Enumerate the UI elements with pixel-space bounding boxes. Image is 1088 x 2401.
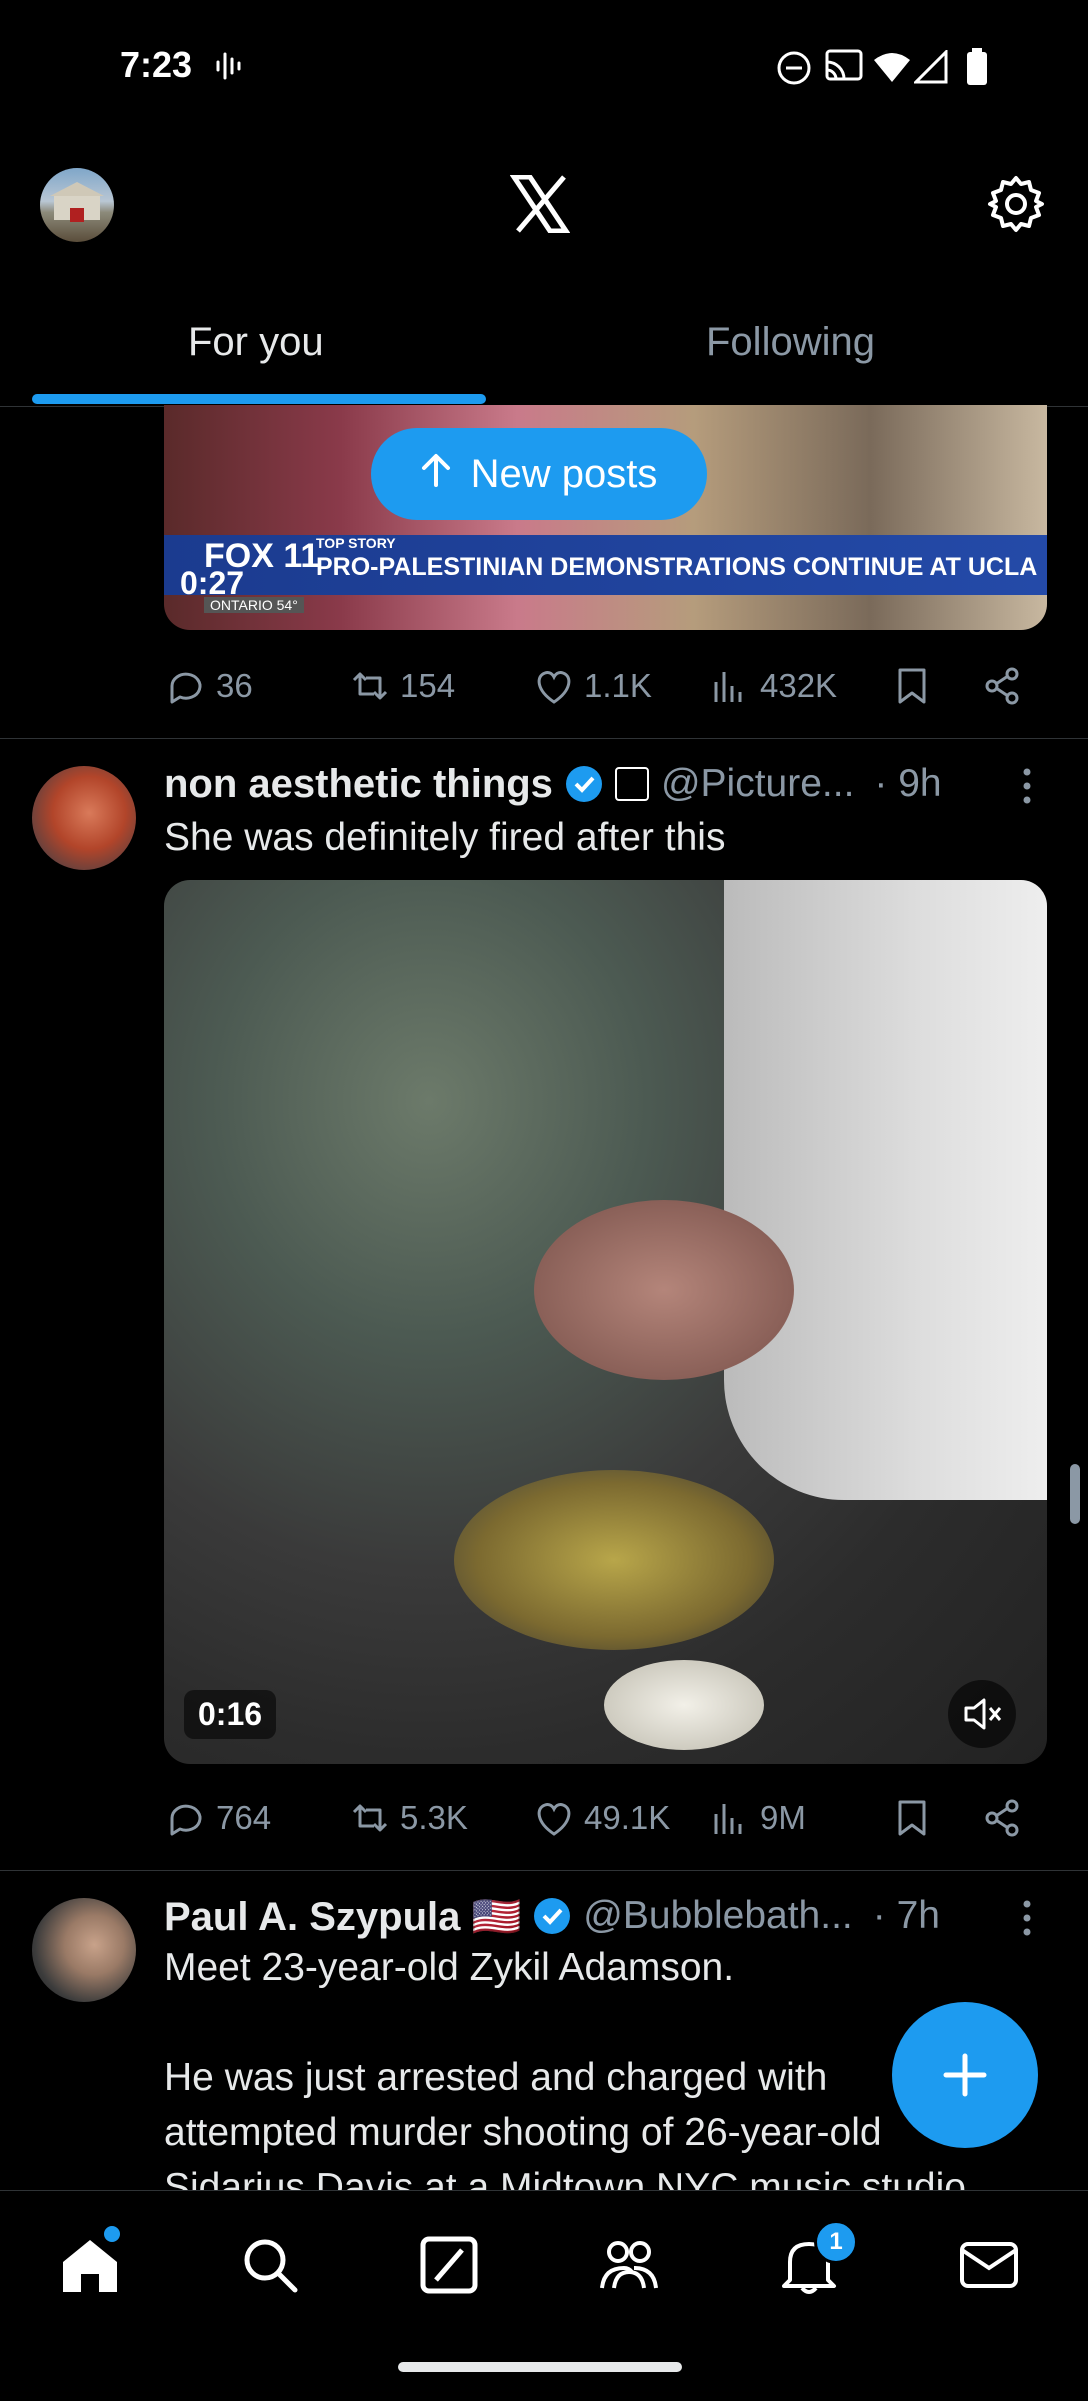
nav-communities-icon[interactable]	[594, 2230, 664, 2300]
feed-tabs: For you Following	[0, 290, 1088, 407]
verified-badge-icon	[565, 765, 603, 803]
post2-avatar[interactable]	[32, 766, 136, 870]
reply-icon	[170, 1804, 202, 1836]
bookmark-button[interactable]	[890, 664, 934, 708]
post3-handle[interactable]: @Bubblebath...	[583, 1894, 852, 1938]
post2-video[interactable]: 0:16	[164, 880, 1047, 1764]
heart-icon	[537, 1803, 571, 1836]
post2-time: · 9h	[874, 762, 942, 805]
bookmark-icon	[898, 668, 926, 704]
profile-avatar[interactable]	[40, 168, 114, 242]
post2-text: She was definitely fired after this	[164, 816, 726, 859]
post3-time: · 7h	[872, 1894, 940, 1937]
reply-icon	[170, 672, 202, 704]
post3-header: Paul A. Szypula 🇺🇸 @Bubblebath... · 7h	[164, 1888, 1044, 1944]
signal-icon	[912, 48, 948, 89]
view-count: 9M	[760, 1799, 806, 1836]
bookmark-button[interactable]	[890, 1796, 934, 1840]
affiliate-badge-icon	[614, 767, 649, 801]
views-icon	[714, 1804, 742, 1834]
cast-icon	[824, 48, 864, 89]
post2-handle[interactable]: @Picture...	[661, 762, 854, 806]
repost-button[interactable]: 154	[348, 664, 455, 708]
new-posts-pill[interactable]: New posts	[371, 428, 707, 520]
repost-count: 154	[400, 667, 456, 704]
post2-header: non aesthetic things @Picture... · 9h	[164, 756, 1044, 812]
x-logo[interactable]	[509, 174, 571, 234]
share-button[interactable]	[980, 664, 1024, 708]
home-new-dot	[104, 2226, 120, 2242]
heart-icon	[537, 671, 571, 704]
news-banner-tag: TOP STORY	[316, 535, 396, 551]
view-count: 432K	[760, 667, 838, 704]
gear-icon[interactable]	[986, 174, 1046, 234]
video-duration: 0:27	[180, 565, 245, 601]
share-icon	[985, 1799, 1019, 1837]
battery-icon	[966, 48, 988, 91]
nav-search-icon[interactable]	[235, 2230, 305, 2300]
voice-activity-icon	[215, 50, 243, 87]
news-banner-text: PRO-PALESTINIAN DEMONSTRATIONS CONTINUE …	[316, 553, 1038, 581]
views-button[interactable]: 432K	[708, 664, 837, 708]
nav-grok-icon[interactable]	[414, 2230, 484, 2300]
arrow-up-icon	[421, 452, 451, 497]
share-icon	[985, 667, 1019, 705]
post3-line1: Meet 23-year-old Zykil Adamson.	[164, 1946, 735, 1989]
repost-button[interactable]: 5.3K	[348, 1796, 468, 1840]
like-button[interactable]: 49.1K	[532, 1796, 670, 1840]
reply-button[interactable]: 764	[164, 1796, 271, 1840]
views-icon	[714, 672, 742, 702]
plus-icon	[943, 2053, 987, 2097]
status-bar: 7:23	[0, 0, 1088, 135]
like-button[interactable]: 1.1K	[532, 664, 652, 708]
video-frame-cup	[604, 1660, 764, 1750]
views-button[interactable]: 9M	[708, 1796, 806, 1840]
video-duration: 0:16	[184, 1690, 277, 1739]
repost-icon	[352, 1804, 388, 1832]
repost-icon	[352, 672, 388, 700]
post-menu-icon[interactable]	[1020, 1898, 1034, 1943]
new-posts-label: New posts	[470, 451, 658, 496]
dnd-icon	[776, 50, 812, 91]
wifi-icon	[872, 50, 912, 89]
post-divider	[0, 1870, 1088, 1871]
video-frame-hand	[534, 1200, 794, 1380]
notifications-badge: 1	[814, 2220, 858, 2264]
tab-for-you[interactable]: For you	[188, 320, 324, 365]
post3-avatar[interactable]	[32, 1898, 136, 2002]
repost-count: 5.3K	[400, 1799, 468, 1836]
video-frame-sleeve	[724, 880, 1047, 1500]
compose-button[interactable]	[892, 2002, 1038, 2148]
active-tab-indicator	[32, 394, 486, 404]
post3-line4: Sidarius Davis at a Midtown NYC music st…	[164, 2166, 966, 2190]
like-count: 1.1K	[584, 667, 652, 704]
channel-temp-text: 54°	[276, 597, 298, 613]
gesture-bar[interactable]	[398, 2362, 682, 2372]
nav-messages-icon[interactable]	[954, 2230, 1024, 2300]
reply-count: 36	[216, 667, 253, 704]
status-time: 7:23	[120, 44, 193, 85]
post-menu-icon[interactable]	[1020, 766, 1034, 811]
notifications-badge-count: 1	[829, 2228, 843, 2255]
post2-display-name[interactable]: non aesthetic things	[164, 762, 553, 807]
video-frame-food	[454, 1470, 774, 1650]
post-divider	[0, 738, 1088, 739]
share-button[interactable]	[980, 1796, 1024, 1840]
reply-count: 764	[216, 1799, 272, 1836]
like-count: 49.1K	[584, 1799, 671, 1836]
bookmark-icon	[898, 1800, 926, 1836]
post3-display-name[interactable]: Paul A. Szypula 🇺🇸	[164, 1893, 521, 1940]
tab-following[interactable]: Following	[706, 320, 875, 365]
scrollbar[interactable]	[1070, 1464, 1080, 1524]
verified-badge-icon	[533, 1897, 571, 1935]
mute-icon[interactable]	[948, 1680, 1016, 1748]
reply-button[interactable]: 36	[164, 664, 253, 708]
